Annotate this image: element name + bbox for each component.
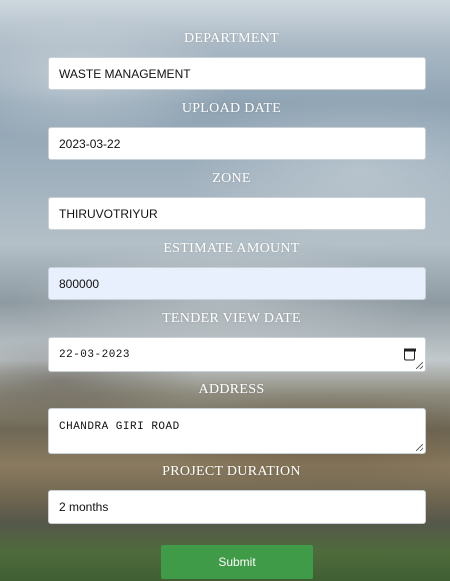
- estimate-amount-label: ESTIMATE AMOUNT: [163, 241, 300, 256]
- upload-date-value: 2023-03-22: [59, 136, 121, 151]
- department-value: WASTE MANAGEMENT: [59, 66, 191, 81]
- zone-value: THIRUVOTRIYUR: [59, 206, 158, 221]
- submit-button[interactable]: Submit: [161, 545, 313, 579]
- project-duration-label: PROJECT DURATION: [162, 464, 301, 479]
- address-label: ADDRESS: [198, 382, 265, 397]
- project-duration-input[interactable]: 2 months: [48, 490, 426, 524]
- estimate-amount-input[interactable]: 800000: [48, 267, 426, 300]
- tender-form: DEPARTMENT WASTE MANAGEMENT UPLOAD DATE …: [0, 0, 450, 581]
- upload-date-label: UPLOAD DATE: [181, 101, 282, 116]
- upload-date-input[interactable]: 2023-03-22: [48, 127, 426, 160]
- estimate-amount-value: 800000: [59, 276, 100, 291]
- zone-label: ZONE: [212, 171, 251, 186]
- tender-view-date-value: 22-03-2023: [59, 348, 131, 361]
- address-value: CHANDRA GIRI ROAD: [59, 421, 180, 433]
- resize-grip-icon[interactable]: [416, 362, 423, 369]
- project-duration-value: 2 months: [59, 500, 109, 514]
- tender-view-date-label: TENDER VIEW DATE: [162, 311, 301, 326]
- department-label: DEPARTMENT: [184, 31, 279, 46]
- resize-grip-icon[interactable]: [416, 444, 423, 451]
- department-input[interactable]: WASTE MANAGEMENT: [48, 57, 426, 90]
- tender-view-date-input[interactable]: 22-03-2023: [48, 337, 426, 372]
- address-textarea[interactable]: CHANDRA GIRI ROAD: [48, 408, 426, 454]
- calendar-icon[interactable]: [403, 348, 416, 360]
- zone-input[interactable]: THIRUVOTRIYUR: [48, 197, 426, 230]
